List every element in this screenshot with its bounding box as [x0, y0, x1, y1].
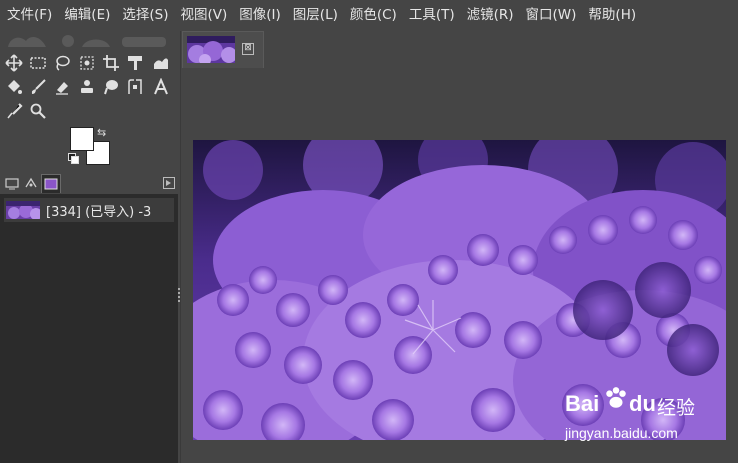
zoom-icon[interactable] — [27, 100, 49, 122]
images-list: [334] (已导入) -3 — [0, 194, 178, 463]
paintbrush-icon[interactable] — [27, 76, 49, 98]
menubar: 文件(F) 编辑(E) 选择(S) 视图(V) 图像(I) 图层(L) 颜色(C… — [0, 0, 738, 31]
menu-select[interactable]: 选择(S) — [115, 0, 173, 31]
text-icon[interactable] — [150, 76, 172, 98]
foreground-color-swatch[interactable] — [70, 127, 94, 151]
menu-colors[interactable]: 颜色(C) — [343, 0, 402, 31]
smudge-icon[interactable] — [100, 76, 122, 98]
undo-history-icon — [25, 177, 37, 188]
tab-devices[interactable] — [3, 174, 21, 192]
crop-icon[interactable] — [100, 52, 122, 74]
image-label: [334] (已导入) -3 — [46, 204, 152, 220]
close-tab-icon[interactable]: ⊠ — [242, 43, 254, 55]
warp-icon[interactable] — [150, 52, 172, 74]
dock-tabs — [0, 172, 180, 194]
image-tab-thumbnail — [187, 36, 235, 63]
menu-windows[interactable]: 窗口(W) — [519, 0, 582, 31]
watermark-brand-cn: 经验 — [657, 398, 696, 419]
fg-bg-color-selector: ⇆ — [66, 125, 116, 167]
swap-colors-icon[interactable]: ⇆ — [97, 126, 106, 139]
watermark-brand-b: du — [629, 391, 656, 416]
tab-undo-history[interactable] — [22, 174, 40, 192]
bucket-fill-icon[interactable] — [3, 76, 25, 98]
menu-layer[interactable]: 图层(L) — [286, 0, 343, 31]
list-item[interactable]: [334] (已导入) -3 — [4, 198, 174, 222]
menu-image[interactable]: 图像(I) — [232, 0, 286, 31]
watermark-url: jingyan.baidu.com — [565, 425, 678, 441]
clone-icon[interactable] — [76, 76, 98, 98]
menu-tools[interactable]: 工具(T) — [402, 0, 460, 31]
wilber-drop-zone[interactable] — [6, 33, 170, 47]
lasso-icon[interactable] — [51, 52, 73, 74]
dock-menu-icon[interactable] — [163, 177, 175, 189]
baidu-jingyan-watermark: Bai du 经验 jingyan.baidu.com — [565, 379, 735, 445]
fuzzy-select-icon[interactable] — [76, 52, 98, 74]
default-colors-icon[interactable] — [68, 153, 79, 164]
path-icon[interactable] — [124, 76, 146, 98]
menu-edit[interactable]: 编辑(E) — [57, 0, 115, 31]
menu-filters[interactable]: 滤镜(R) — [460, 0, 519, 31]
paw-logo-icon — [606, 387, 626, 408]
toolbox-panel: ⇆ [334] (已导入) -3 — [0, 31, 181, 463]
color-picker-icon[interactable] — [3, 100, 25, 122]
images-icon — [44, 178, 58, 190]
transform-icon[interactable] — [124, 52, 146, 74]
device-status-icon — [5, 178, 19, 190]
move-tool-icon[interactable] — [3, 52, 25, 74]
menu-view[interactable]: 视图(V) — [174, 0, 233, 31]
image-tabs-bar: ⊠ — [181, 31, 738, 68]
image-thumbnail — [6, 201, 40, 219]
watermark-brand-a: Bai — [565, 391, 600, 416]
tab-images[interactable] — [41, 174, 61, 193]
menu-file[interactable]: 文件(F) — [0, 0, 57, 31]
rect-select-icon[interactable] — [27, 52, 49, 74]
menu-help[interactable]: 帮助(H) — [581, 0, 641, 31]
eraser-icon[interactable] — [51, 76, 73, 98]
image-tab[interactable]: ⊠ — [182, 31, 264, 68]
